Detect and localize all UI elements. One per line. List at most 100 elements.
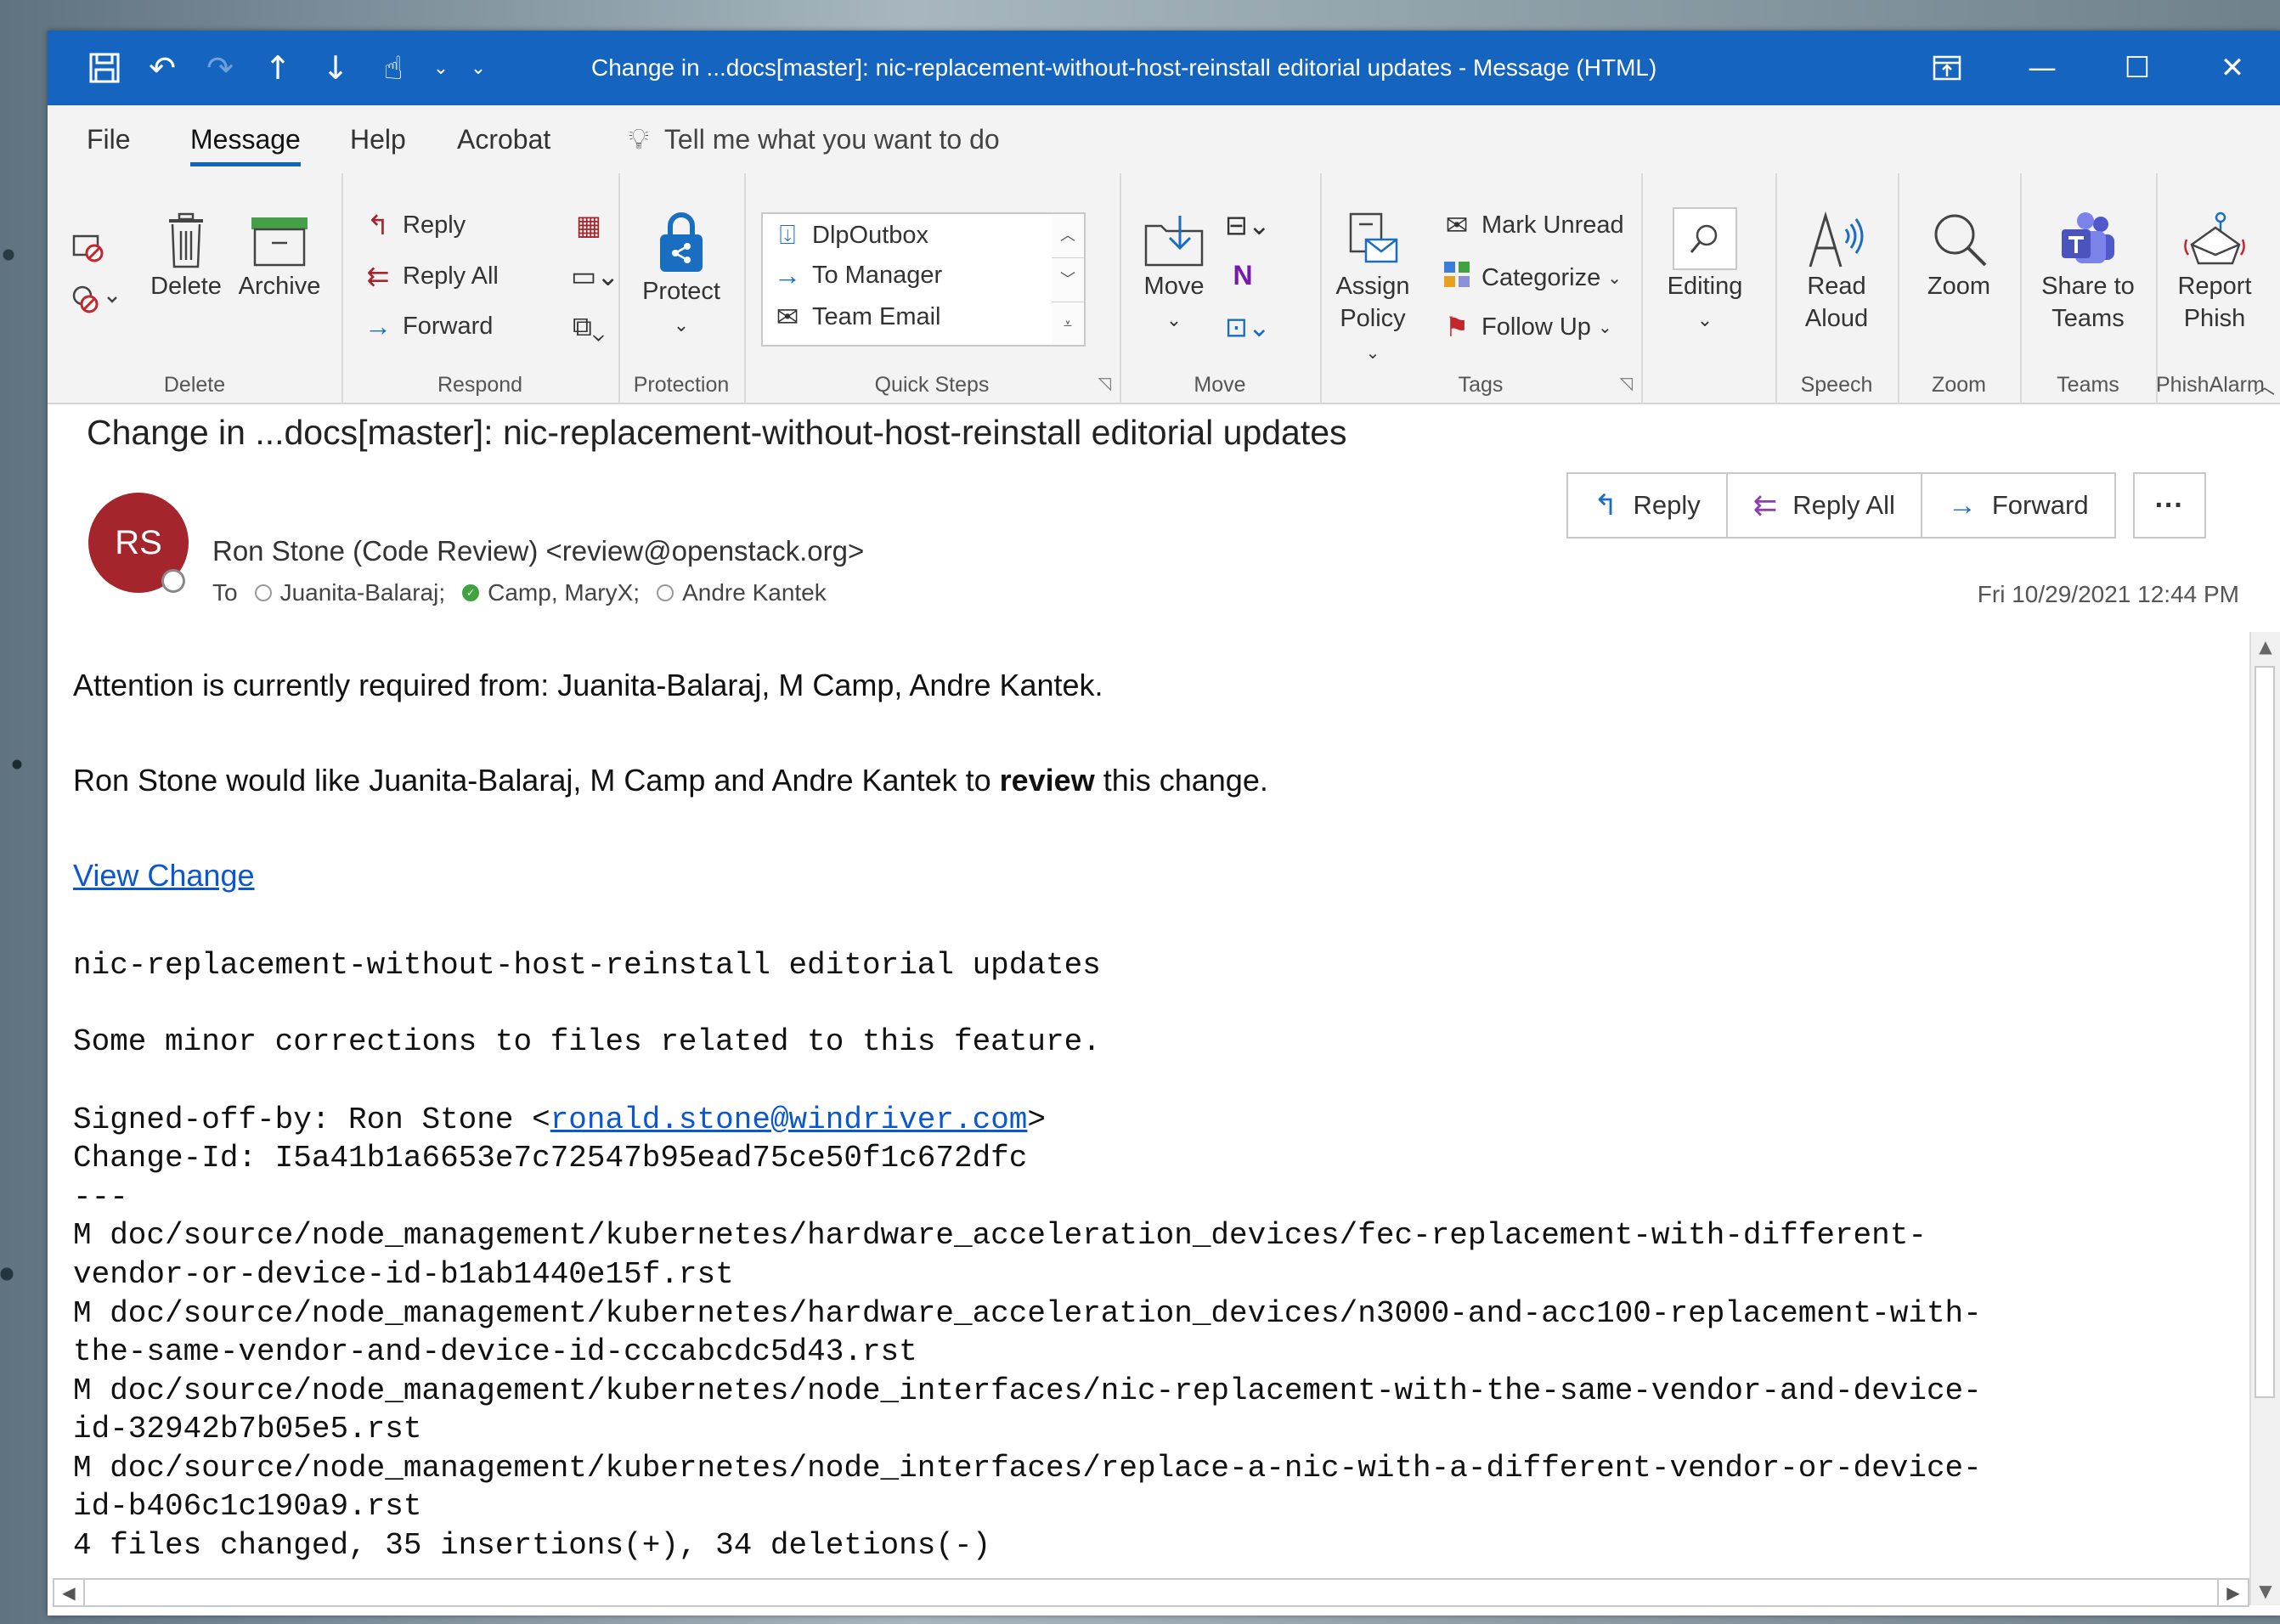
assign-policy-button[interactable]: Assign Policy ⌄ [1332, 211, 1414, 369]
signed-off-text: Signed-off-by: Ron Stone < [73, 1102, 550, 1137]
scroll-up-icon[interactable]: ︿ [1052, 214, 1084, 258]
tags-group: Assign Policy ⌄ ✉ Mark Unread Categorize ⌄… [1320, 173, 1643, 403]
review-text-pre: Ron Stone would like Juanita-Balaraj, M … [73, 763, 1000, 798]
onenote-icon[interactable]: N [1225, 260, 1267, 291]
sender[interactable]: Ron Stone (Code Review) <review@openstac… [212, 535, 864, 567]
forward-action-button[interactable]: → Forward [1920, 472, 2116, 539]
expand-gallery-icon[interactable]: ⩡ [1052, 302, 1084, 346]
message-date: Fri 10/29/2021 12:44 PM [1977, 581, 2239, 607]
presence-available-icon: ✓ [462, 584, 480, 601]
quick-access-toolbar: ↶ ↷ ↑ ↓ ☝ ⌄ ⌄ [82, 46, 491, 90]
recipient[interactable]: Juanita-Balaraj; [280, 579, 446, 606]
close-icon[interactable]: ✕ [2185, 31, 2280, 105]
protect-dropdown-icon[interactable]: ⌄ [674, 314, 689, 336]
zoom-label: Zoom [1927, 273, 1991, 300]
protect-button[interactable]: Protect ⌄ [627, 211, 736, 341]
more-actions-button[interactable]: ··· [2132, 472, 2206, 539]
reply-action-button[interactable]: ↰ Reply [1566, 472, 1728, 539]
customize-qat-icon[interactable]: ⌄ [466, 46, 491, 90]
scroll-down-icon[interactable]: ﹀ [1052, 258, 1084, 302]
signed-off-email-link[interactable]: ronald.stone@windriver.com [550, 1102, 1028, 1137]
mark-unread-label: Mark Unread [1481, 211, 1624, 239]
meeting-reply-icon[interactable]: ▦ [571, 209, 613, 241]
maximize-icon[interactable]: ☐ [2090, 31, 2185, 105]
commit-description: Some minor corrections to files related … [73, 1024, 1101, 1059]
quick-step-dlpoutbox[interactable]: ⍗ DlpOutbox [770, 219, 928, 251]
title-bar: ↶ ↷ ↑ ↓ ☝ ⌄ ⌄ Change in ...docs[master]:… [48, 31, 2280, 105]
reply-all-action-button[interactable]: ⇇ Reply All [1725, 472, 1922, 539]
diffstat-summary: 4 files changed, 35 insertions(+), 34 de… [73, 1528, 991, 1563]
editing-button[interactable]: Editing ⌄ [1658, 207, 1752, 336]
quick-step-team-email[interactable]: ✉ Team Email [770, 301, 941, 333]
vertical-scroll-thumb[interactable] [2255, 666, 2275, 1398]
delete-group-label: Delete [163, 373, 226, 397]
forward-button[interactable]: → Forward [360, 311, 493, 342]
editing-label: Editing [1667, 273, 1743, 300]
reply-button[interactable]: ↰ Reply [360, 209, 466, 241]
outlook-message-window: ↶ ↷ ↑ ↓ ☝ ⌄ ⌄ Change in ...docs[master]:… [48, 31, 2280, 1616]
message-body: Attention is currently required from: Ju… [73, 632, 2197, 1576]
rules-icon[interactable]: ⊟⌄ [1225, 209, 1271, 241]
minimize-icon[interactable]: — [1995, 31, 2090, 105]
mark-unread-button[interactable]: ✉ Mark Unread [1439, 209, 1624, 241]
scroll-right-arrow-icon[interactable]: ▶ [2217, 1580, 2248, 1605]
phishalarm-group: Report Phish PhishAlarm ︿ [2156, 173, 2280, 403]
tab-help[interactable]: Help [350, 105, 406, 173]
report-phish-button[interactable]: Report Phish [2159, 211, 2270, 335]
categorize-dropdown-icon[interactable]: ⌄ [1607, 268, 1622, 289]
file-line: M doc/source/node_management/kubernetes/… [73, 1296, 1982, 1331]
junk-icon[interactable] [66, 282, 126, 324]
scroll-down-arrow-icon[interactable]: ▼ [2251, 1576, 2280, 1605]
to-label: To [212, 579, 238, 606]
zoom-button[interactable]: Zoom [1910, 211, 2008, 302]
recipient[interactable]: Andre Kantek [682, 579, 827, 606]
editing-dropdown-icon[interactable]: ⌄ [1697, 309, 1713, 330]
reply-icon: ↰ [1594, 489, 1618, 522]
horizontal-scrollbar[interactable]: ◀ ▶ [53, 1578, 2249, 1607]
categorize-button[interactable]: Categorize ⌄ [1439, 260, 1622, 296]
view-change-link[interactable]: View Change [73, 858, 255, 894]
delete-button[interactable]: Delete [143, 211, 229, 302]
move-button[interactable]: Move ⌄ [1132, 211, 1216, 336]
quick-step-label: Team Email [812, 302, 941, 330]
move-dropdown-icon[interactable]: ⌄ [1166, 309, 1182, 330]
scroll-up-arrow-icon[interactable]: ▲ [2251, 632, 2280, 661]
assign-policy-dropdown-icon[interactable]: ⌄ [1366, 344, 1380, 363]
ribbon-display-options-icon[interactable] [1899, 31, 1995, 105]
review-text-bold: review [999, 763, 1095, 798]
ignore-icon[interactable] [66, 229, 109, 272]
im-reply-icon[interactable]: ▭⌄ [571, 260, 619, 292]
assign-policy-label-2: Policy [1340, 305, 1406, 332]
tab-file[interactable]: File [87, 105, 131, 173]
collapse-ribbon-icon[interactable]: ︿ [2255, 369, 2275, 399]
scroll-left-arrow-icon[interactable]: ◀ [54, 1580, 85, 1605]
read-aloud-button[interactable]: Read Aloud [1787, 211, 1886, 335]
recipients-row: To Juanita-Balaraj; ✓ Camp, MaryX; Andre … [212, 579, 827, 606]
reply-all-label: Reply All [403, 262, 499, 290]
envelope-open-icon: ✉ [1445, 210, 1469, 240]
more-respond-icon[interactable]: ⧉⌄ [571, 311, 613, 343]
touch-mode-icon[interactable]: ☝ [370, 46, 416, 90]
previous-item-icon[interactable]: ↑ [255, 46, 301, 90]
move-to-folder-icon: ⍗ [779, 219, 796, 250]
follow-up-button[interactable]: ⚑ Follow Up ⌄ [1439, 311, 1612, 343]
share-to-teams-button[interactable]: Share to Teams [2029, 211, 2147, 335]
quick-step-to-manager[interactable]: → To Manager [770, 260, 942, 291]
undo-icon[interactable]: ↶ [139, 46, 185, 90]
recipient[interactable]: Camp, MaryX; [488, 579, 640, 606]
tab-message[interactable]: Message [190, 105, 301, 173]
actions-icon[interactable]: ⊡⌄ [1225, 311, 1271, 343]
redo-icon[interactable]: ↷ [197, 46, 243, 90]
touch-mode-dropdown-icon[interactable]: ⌄ [428, 46, 454, 90]
tell-me-search[interactable]: 💡︎ Tell me what you want to do [629, 105, 1000, 173]
window-controls: — ☐ ✕ [1899, 31, 2280, 105]
lightbulb-icon: 💡︎ [629, 123, 649, 155]
quick-steps-scroller[interactable]: ︿ ﹀ ⩡ [1052, 212, 1086, 347]
save-icon[interactable] [82, 46, 127, 90]
follow-up-dropdown-icon[interactable]: ⌄ [1598, 317, 1612, 338]
reply-all-button[interactable]: ⇇ Reply All [360, 260, 499, 292]
next-item-icon[interactable]: ↓ [313, 46, 358, 90]
archive-button[interactable]: Archive [233, 211, 326, 302]
vertical-scrollbar[interactable]: ▲ ▼ [2249, 632, 2280, 1605]
tab-acrobat[interactable]: Acrobat [457, 105, 550, 173]
